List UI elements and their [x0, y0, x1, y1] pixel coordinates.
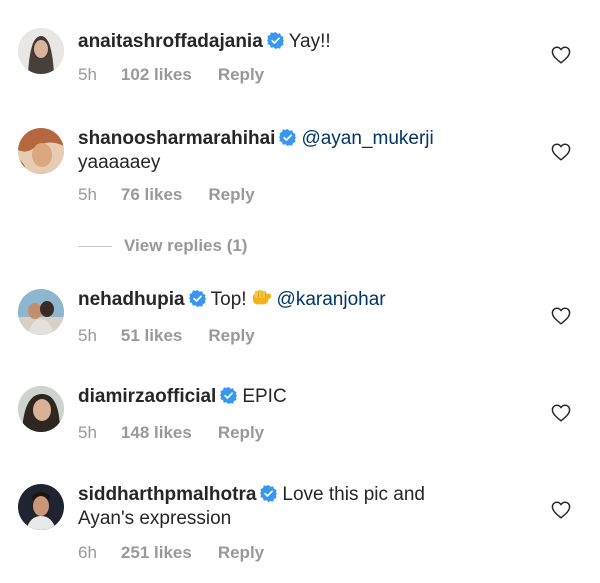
comment-username[interactable]: anaitashroffadajania	[78, 31, 263, 52]
reply-button[interactable]: Reply	[218, 65, 264, 85]
comment-meta: 5h 102 likes Reply	[78, 65, 264, 85]
comment-username[interactable]: nehadhupia	[78, 289, 185, 310]
comment-text-continued: yaaaaaey	[78, 152, 161, 173]
comment-username[interactable]: shanoosharmarahihai	[78, 128, 275, 149]
reply-button[interactable]: Reply	[208, 185, 254, 205]
comment-meta: 5h 51 likes Reply	[78, 326, 255, 346]
view-replies-label: View replies (1)	[124, 236, 248, 255]
comment-likes[interactable]: 148 likes	[121, 423, 192, 443]
heart-outline-icon[interactable]	[551, 143, 571, 161]
heart-outline-icon[interactable]	[551, 307, 571, 325]
comment-text: Yay!!	[288, 31, 331, 52]
avatar[interactable]	[18, 386, 64, 432]
comment-likes[interactable]: 76 likes	[121, 185, 182, 205]
comment-line: anaitashroffadajania Yay!!	[78, 30, 331, 54]
comment-username[interactable]: diamirzaofficial	[78, 386, 216, 407]
comment-meta: 5h 76 likes Reply	[78, 185, 255, 205]
comment-likes[interactable]: 51 likes	[121, 326, 182, 346]
verified-badge-icon	[266, 32, 284, 49]
comment-time: 6h	[78, 543, 97, 562]
comment-text: Top!	[210, 289, 247, 310]
comment-line: shanoosharmarahihai @ayan_mukerji	[78, 127, 434, 151]
reply-button[interactable]: Reply	[218, 543, 264, 563]
verified-badge-icon	[260, 485, 278, 502]
comment-line: diamirzaofficial EPIC	[78, 385, 287, 409]
comment-line: nehadhupia Top! @karanjohar	[78, 288, 386, 312]
comment-time: 5h	[78, 65, 97, 84]
reply-button[interactable]: Reply	[218, 423, 264, 443]
heart-outline-icon[interactable]	[551, 46, 571, 64]
comment-time: 5h	[78, 185, 97, 204]
verified-badge-icon	[220, 387, 238, 404]
heart-outline-icon[interactable]	[551, 501, 571, 519]
comment-time: 5h	[78, 423, 97, 442]
comment-mention[interactable]: @ayan_mukerji	[301, 128, 433, 149]
verified-badge-icon	[279, 129, 297, 146]
comment-likes[interactable]: 102 likes	[121, 65, 192, 85]
view-replies-button[interactable]: View replies (1)	[78, 236, 247, 256]
comment-meta: 6h 251 likes Reply	[78, 543, 264, 563]
heart-outline-icon[interactable]	[551, 404, 571, 422]
view-replies-dash	[78, 246, 112, 248]
comment-time: 5h	[78, 326, 97, 345]
comment-line: siddharthpmalhotra Love this pic and	[78, 483, 425, 507]
reply-button[interactable]: Reply	[208, 326, 254, 346]
comment-text: Love this pic and	[282, 484, 425, 505]
comment-mention[interactable]: @karanjohar	[277, 289, 386, 310]
comment-meta: 5h 148 likes Reply	[78, 423, 264, 443]
avatar[interactable]	[18, 128, 64, 174]
avatar[interactable]	[18, 28, 64, 74]
verified-badge-icon	[188, 290, 206, 307]
comment-text: EPIC	[242, 386, 287, 407]
comment-text-continued: Ayan's expression	[78, 508, 232, 529]
avatar[interactable]	[18, 289, 64, 335]
comment-username[interactable]: siddharthpmalhotra	[78, 484, 256, 505]
fist-emoji-icon	[252, 289, 271, 305]
avatar[interactable]	[18, 484, 64, 530]
comment-likes[interactable]: 251 likes	[121, 543, 192, 563]
